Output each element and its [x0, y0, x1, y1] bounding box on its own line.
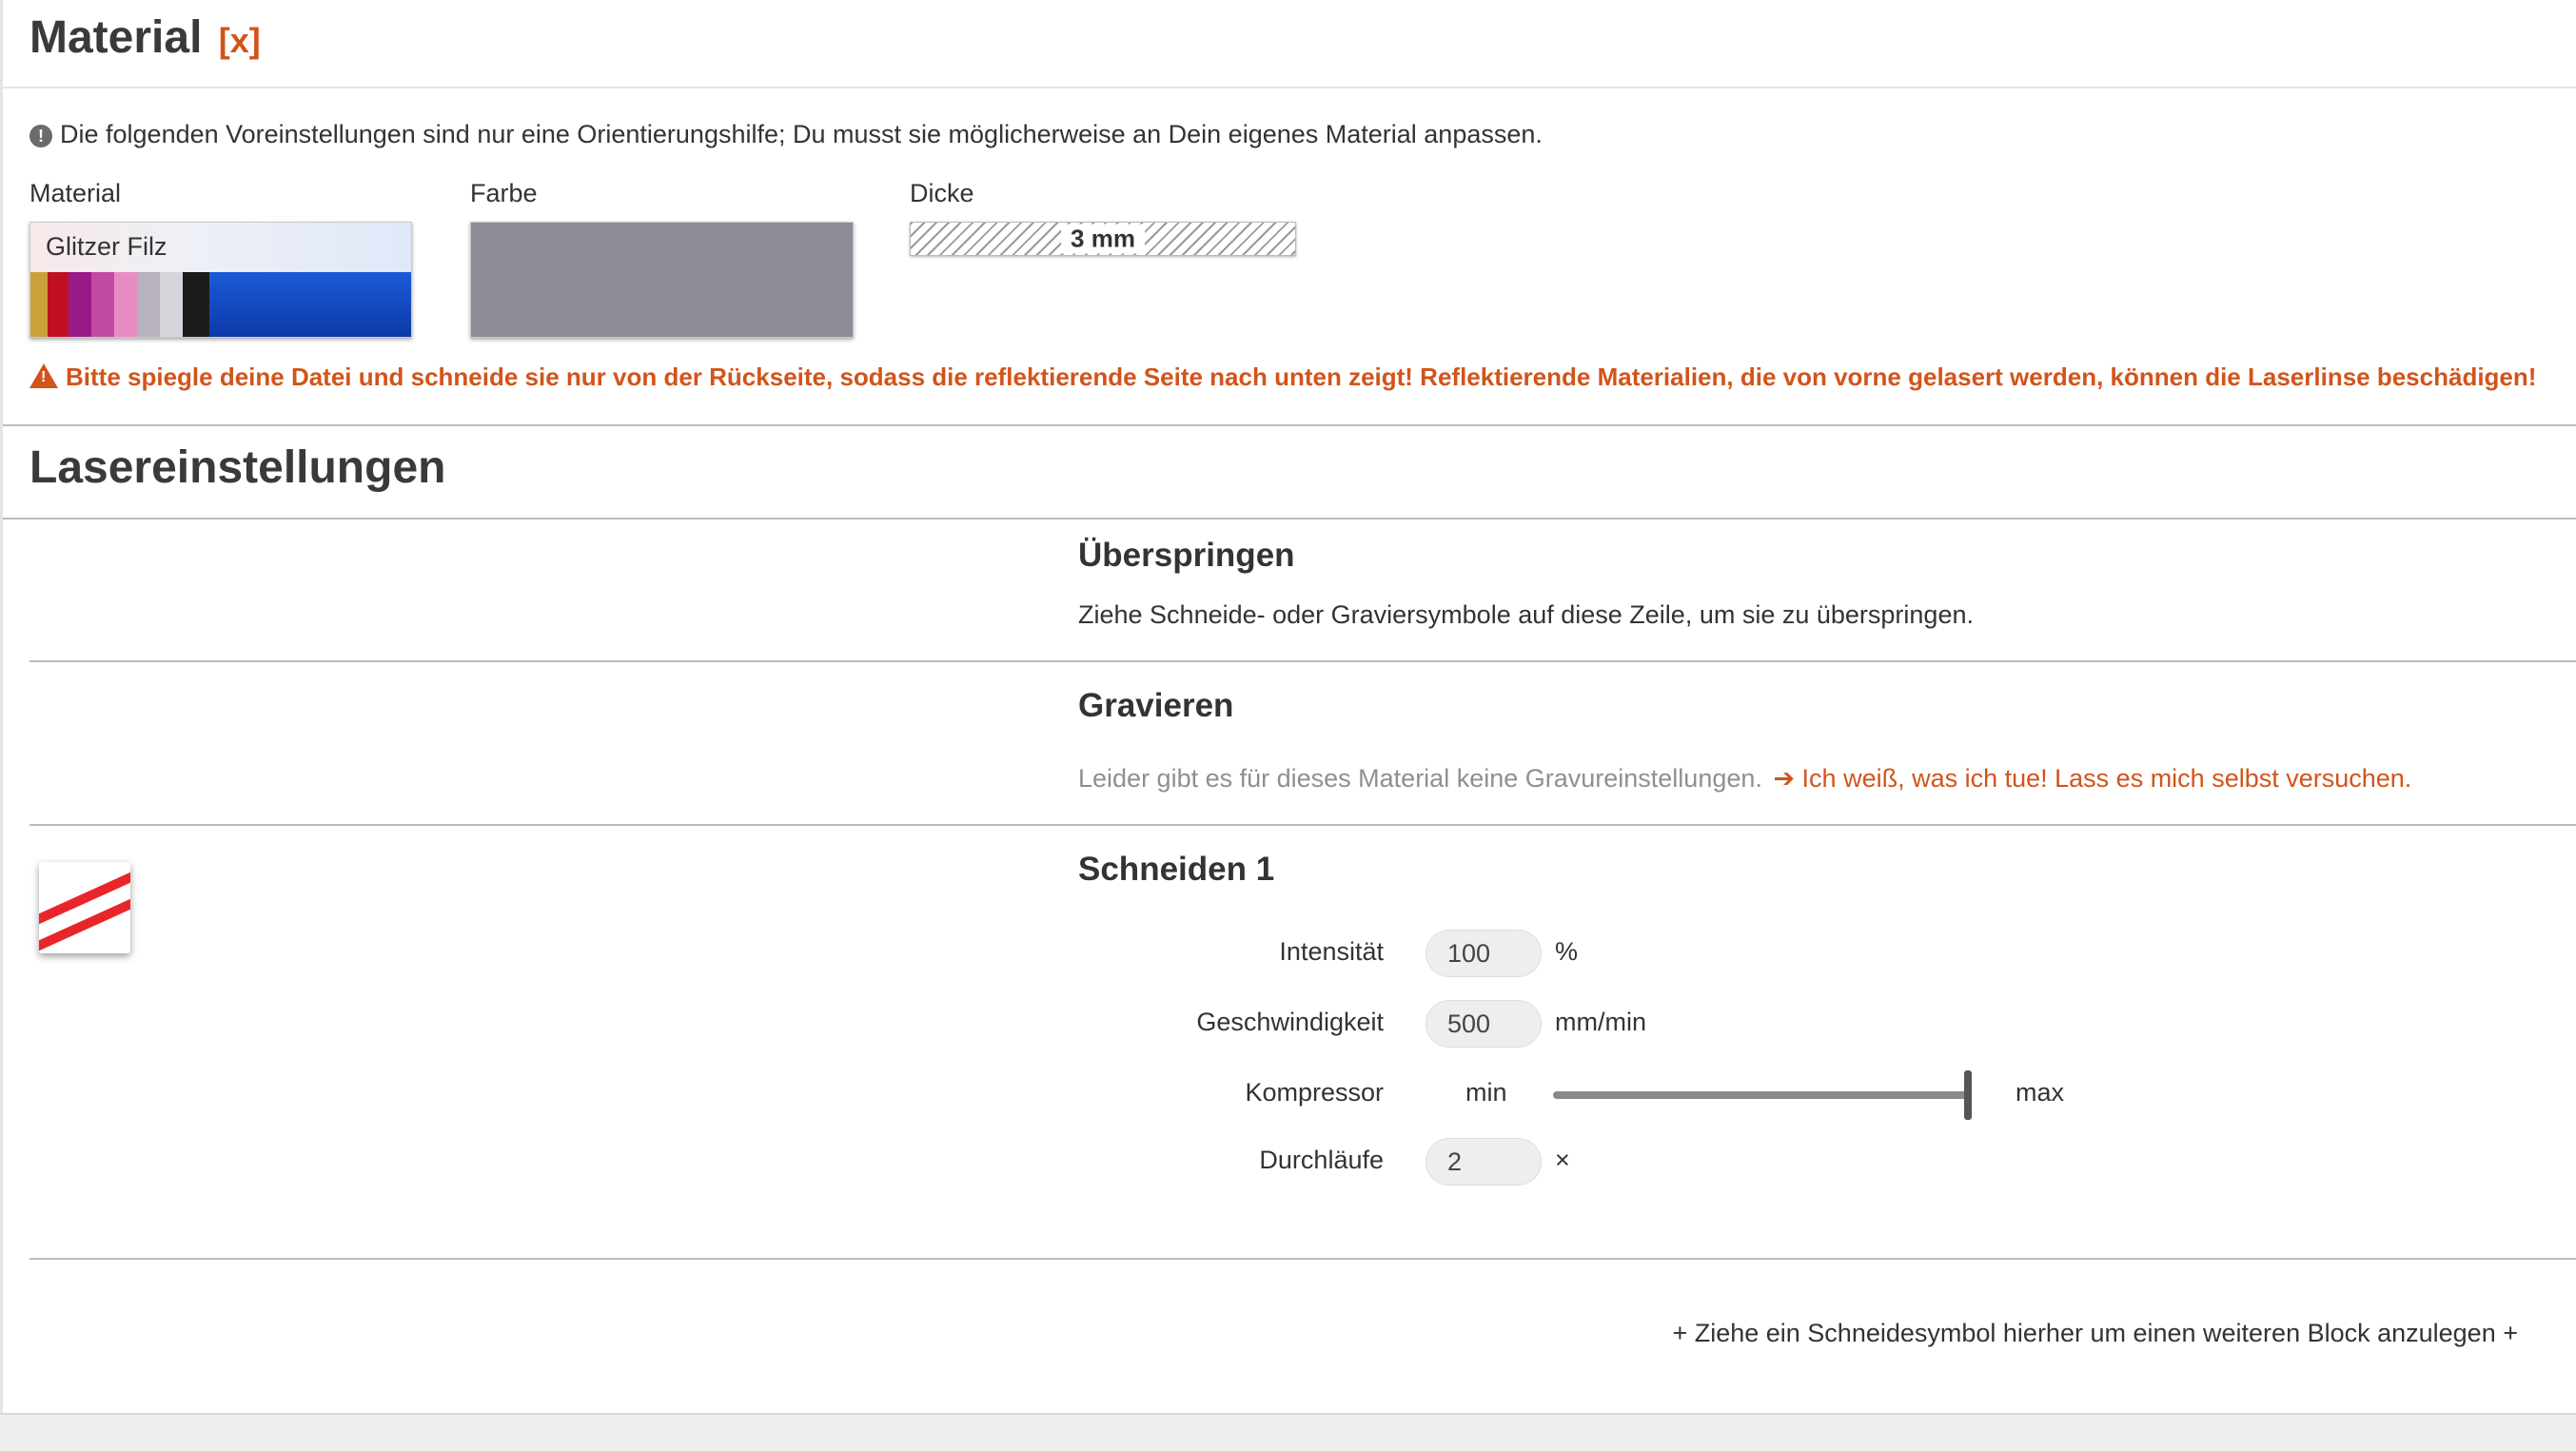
skip-description: Ziehe Schneide- oder Graviersymbole auf …	[1078, 600, 1974, 629]
engrave-try-link[interactable]: Ich weiß, was ich tue! Lass es mich selb…	[1802, 764, 2412, 793]
reflective-warning: ! Bitte spiegle deine Datei und schneide …	[29, 363, 2536, 392]
material-title: Material	[29, 12, 203, 63]
speed-unit: mm/min	[1555, 1008, 1646, 1036]
thickness-label: Dicke	[910, 179, 974, 207]
compressor-slider-handle[interactable]	[1964, 1070, 1972, 1120]
color-selector[interactable]	[470, 222, 854, 338]
intensity-label: Intensität	[1279, 937, 1384, 966]
speed-input[interactable]	[1426, 1000, 1542, 1048]
skip-divider	[29, 660, 2576, 662]
add-block-drop-zone[interactable]: + Ziehe ein Schneidesymbol hierher um ei…	[1523, 1319, 2518, 1348]
speed-label: Geschwindigkeit	[1196, 1008, 1384, 1036]
thickness-value: 3 mm	[1061, 224, 1145, 254]
passes-input[interactable]	[1426, 1138, 1542, 1186]
cut-line-icon[interactable]	[39, 862, 130, 953]
material-selector[interactable]: Glitzer Filz	[29, 222, 412, 338]
compressor-max-label: max	[2016, 1078, 2065, 1107]
material-swatch-name: Glitzer Filz	[46, 232, 167, 261]
info-text: Die folgenden Voreinstellungen sind nur …	[60, 120, 1543, 148]
material-header-divider	[3, 87, 2576, 88]
page-left-border	[0, 0, 3, 1449]
engrave-note: Leider gibt es für dieses Material keine…	[1078, 764, 1762, 793]
laser-settings-title: Lasereinstellungen	[29, 442, 446, 493]
thickness-selector[interactable]: 3 mm	[910, 222, 1296, 256]
material-title-row: Material [x]	[29, 11, 261, 64]
info-row: ! Die folgenden Voreinstellungen sind nur…	[29, 120, 1543, 149]
material-swatch-colors	[30, 272, 411, 337]
intensity-unit: %	[1555, 937, 1579, 966]
engrave-divider	[29, 824, 2576, 826]
skip-row[interactable]	[29, 520, 2576, 660]
cut1-divider	[29, 1258, 2576, 1260]
skip-title: Überspringen	[1078, 537, 1295, 574]
passes-unit: ×	[1555, 1146, 1570, 1174]
engrave-row-text: Leider gibt es für dieses Material keine…	[1078, 764, 2411, 794]
warning-triangle-icon: !	[29, 363, 58, 388]
intensity-input[interactable]	[1426, 930, 1542, 977]
engrave-title: Gravieren	[1078, 687, 1234, 724]
color-label: Farbe	[470, 179, 538, 207]
arrow-right-icon: ➔	[1773, 764, 1796, 793]
info-circle-icon: !	[29, 124, 52, 147]
material-close-button[interactable]: [x]	[219, 21, 261, 60]
passes-label: Durchläufe	[1259, 1146, 1384, 1174]
compressor-label: Kompressor	[1245, 1078, 1384, 1107]
warning-text: Bitte spiegle deine Datei und schneide s…	[66, 363, 2537, 391]
material-label: Material	[29, 179, 122, 207]
material-section-divider	[3, 424, 2576, 426]
cut1-title: Schneiden 1	[1078, 851, 1275, 888]
compressor-min-label: min	[1465, 1078, 1507, 1107]
bottom-bar	[0, 1413, 2576, 1451]
compressor-slider-track[interactable]	[1553, 1091, 1972, 1099]
